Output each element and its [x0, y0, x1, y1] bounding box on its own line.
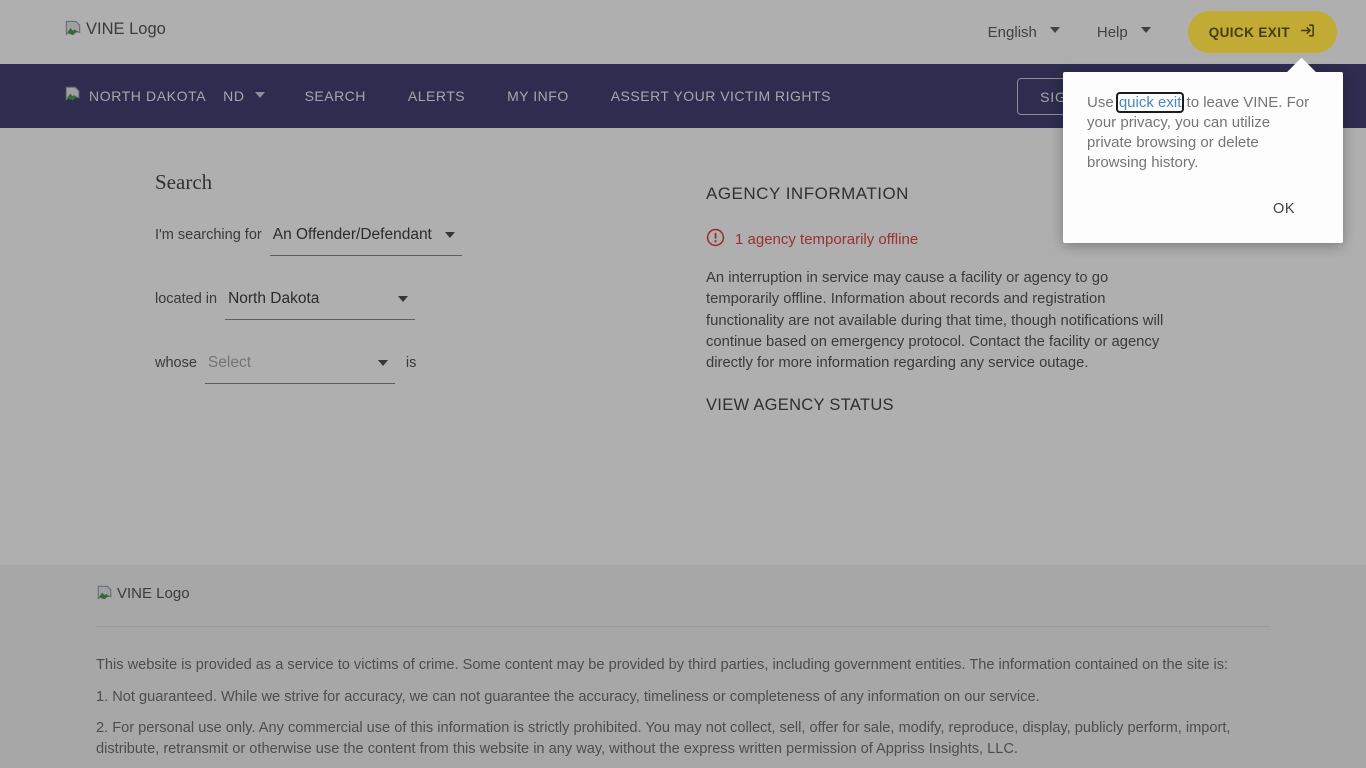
- exit-icon: [1299, 22, 1316, 42]
- quick-exit-button[interactable]: QUICK EXIT: [1187, 11, 1337, 53]
- tooltip-text: Use quick exit to leave VINE. For your p…: [1087, 93, 1319, 173]
- quick-exit-tooltip: Use quick exit to leave VINE. For your p…: [1063, 57, 1343, 243]
- quick-exit-link[interactable]: quick exit: [1118, 94, 1183, 111]
- tooltip-ok-button[interactable]: OK: [1273, 201, 1295, 217]
- tooltip-text-before: Use: [1087, 94, 1118, 111]
- quick-exit-button-label: QUICK EXIT: [1208, 24, 1290, 40]
